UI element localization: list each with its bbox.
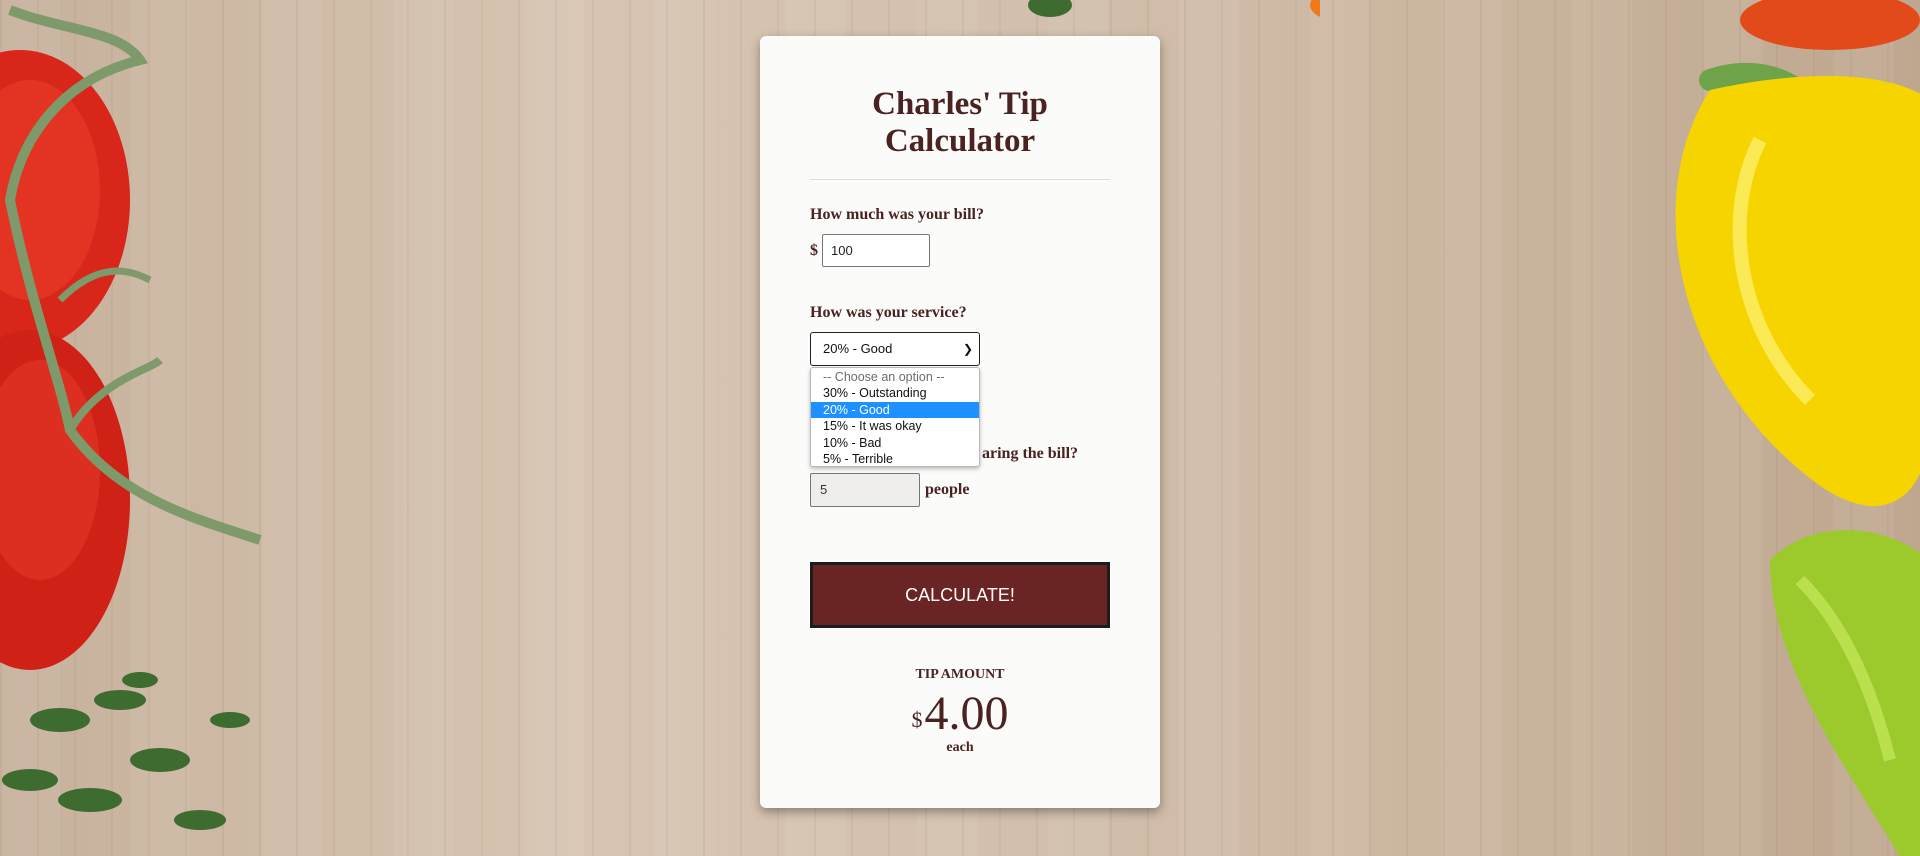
title-divider <box>810 179 1110 180</box>
service-dropdown-list: -- Choose an option -- 30% - Outstanding… <box>810 367 980 467</box>
service-option-good[interactable]: 20% - Good <box>811 401 979 419</box>
bill-question-label: How much was your bill? <box>810 206 984 223</box>
people-count-input[interactable]: 5 <box>810 473 920 507</box>
people-unit-label: people <box>925 481 970 498</box>
tip-amount-number: 4.00 <box>924 687 1009 740</box>
calculate-button[interactable]: CALCULATE! <box>810 562 1110 628</box>
service-question-label: How was your service? <box>810 304 967 321</box>
tip-per-person-label: each <box>946 740 974 755</box>
service-option-okay[interactable]: 15% - It was okay <box>811 418 979 434</box>
tip-calculator-card: Charles' Tip Calculator How much was you… <box>760 36 1160 808</box>
people-question-label: aring the bill? <box>982 445 1079 462</box>
tip-currency-symbol: $ <box>911 707 923 732</box>
service-option-bad[interactable]: 10% - Bad <box>811 435 979 451</box>
service-select-value: 20% - Good <box>823 341 893 356</box>
tip-amount-value: $4.00 <box>760 686 1160 742</box>
service-option-terrible[interactable]: 5% - Terrible <box>811 451 979 467</box>
service-option-placeholder: -- Choose an option -- <box>823 370 945 384</box>
bill-amount-input[interactable]: 100 <box>822 234 930 267</box>
top-vegetable-decoration <box>1028 0 1320 17</box>
service-option-outstanding[interactable]: 30% - Outstanding <box>811 385 979 401</box>
pepper-decoration <box>1675 0 1920 856</box>
service-select[interactable]: 20% - Good ❯ <box>810 332 980 366</box>
chevron-down-icon: ❯ <box>962 342 973 356</box>
tomato-vine-decoration <box>0 5 262 830</box>
bill-currency-symbol: $ <box>810 242 818 259</box>
page-title: Charles' Tip Calculator <box>872 86 1048 159</box>
tip-amount-label: TIP AMOUNT <box>915 667 1005 682</box>
